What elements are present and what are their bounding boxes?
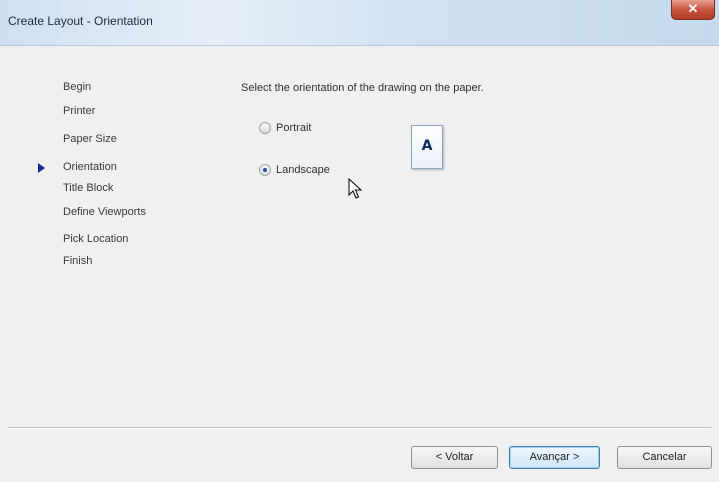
mouse-cursor-icon xyxy=(348,178,363,199)
portrait-radio[interactable] xyxy=(259,122,271,134)
landscape-radio[interactable] xyxy=(259,164,271,176)
step-orientation: Orientation xyxy=(63,161,117,173)
current-step-arrow-icon xyxy=(38,163,45,173)
back-button[interactable]: < Voltar xyxy=(411,446,498,469)
window-title: Create Layout - Orientation xyxy=(8,14,153,28)
portrait-label[interactable]: Portrait xyxy=(276,122,311,134)
close-button[interactable]: ✕ xyxy=(671,0,715,20)
step-define-viewports: Define Viewports xyxy=(63,206,146,218)
portrait-option[interactable]: Portrait xyxy=(259,122,311,134)
close-icon: ✕ xyxy=(687,1,699,16)
landscape-option[interactable]: Landscape xyxy=(259,164,330,176)
wizard-steps: Begin Printer Paper Size Orientation Tit… xyxy=(0,47,220,307)
landscape-label[interactable]: Landscape xyxy=(276,164,330,176)
cancel-button[interactable]: Cancelar xyxy=(617,446,712,469)
step-paper-size: Paper Size xyxy=(63,133,117,145)
step-pick-location: Pick Location xyxy=(63,233,129,245)
title-bar: Create Layout - Orientation ✕ xyxy=(0,0,719,46)
step-begin: Begin xyxy=(63,81,92,93)
dialog-content: Begin Printer Paper Size Orientation Tit… xyxy=(0,47,719,427)
footer-divider xyxy=(8,427,711,429)
preview-glyph: A xyxy=(421,138,433,154)
orientation-preview-icon: A xyxy=(411,125,443,169)
step-finish: Finish xyxy=(63,255,93,267)
orientation-instruction: Select the orientation of the drawing on… xyxy=(241,82,484,94)
step-printer: Printer xyxy=(63,105,96,117)
step-title-block: Title Block xyxy=(63,182,114,194)
next-button[interactable]: Avançar > xyxy=(509,446,600,469)
